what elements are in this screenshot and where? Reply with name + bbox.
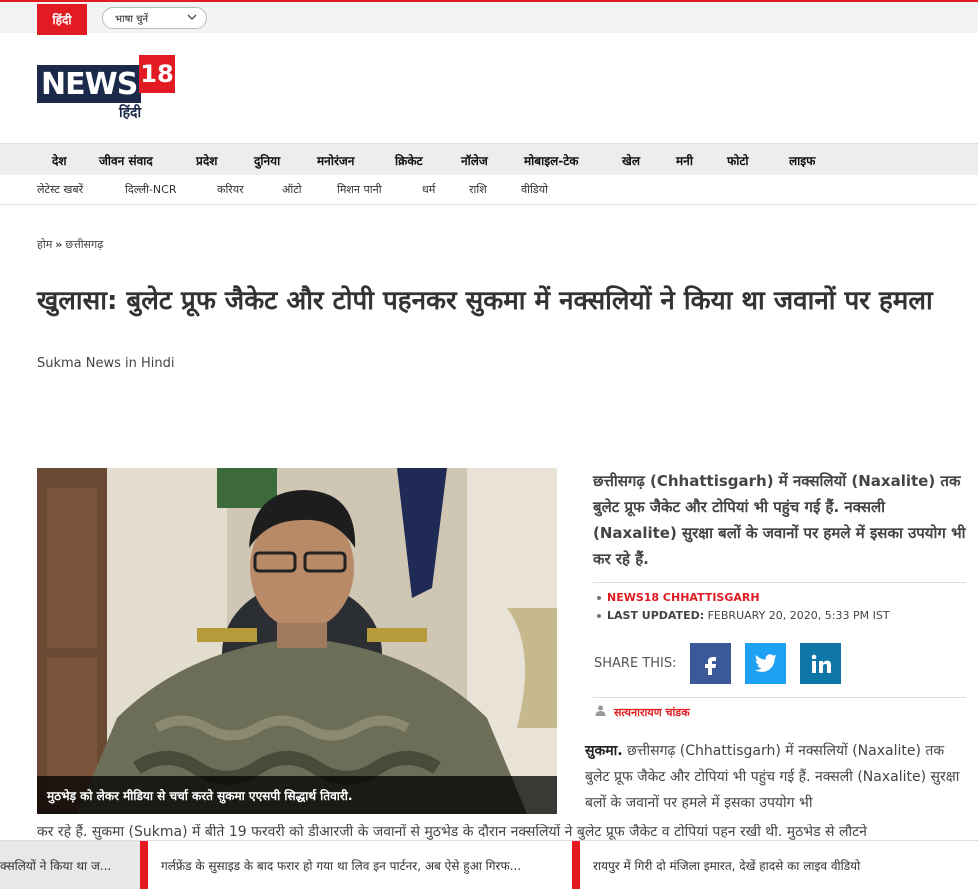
facebook-share-button[interactable] [690, 643, 731, 684]
article-summary: छत्तीसगढ़ (Chhattisgarh) में नक्सलियों (… [593, 472, 966, 568]
nav-item[interactable]: क्रिकेट [395, 152, 423, 169]
subnav-item[interactable]: दिल्ली-NCR [125, 182, 176, 197]
secondary-nav: लेटेस्ट खबरें दिल्ली-NCR करियर ऑटो मिशन … [0, 175, 978, 205]
article-subtitle: Sukma News in Hindi [37, 356, 175, 371]
language-badge[interactable]: हिंदी [37, 4, 87, 35]
language-select[interactable]: भाषा चुनें [102, 7, 207, 29]
subnav-item[interactable]: लेटेस्ट खबरें [37, 182, 83, 197]
subnav-item[interactable]: मिशन पानी [337, 182, 382, 197]
author-name[interactable]: सत्यनारायण चांडक [614, 706, 690, 719]
ticker-item[interactable]: गर्लफ्रेंड के सुसाइड के बाद फरार हो गया … [148, 841, 572, 889]
article-author: सत्यनारायण चांडक [595, 705, 690, 720]
subnav-item[interactable]: राशि [469, 182, 487, 197]
updated-label: LAST UPDATED: [607, 609, 705, 622]
divider [593, 697, 966, 698]
logo-wordmark: NEWS [41, 67, 138, 102]
divider [593, 582, 966, 583]
logo-number: 18 [139, 55, 175, 93]
logo-hindi: हिंदी [119, 105, 142, 121]
article-headline: खुलासा: बुलेट प्रूफ जैकेट और टोपी पहनकर … [37, 286, 933, 316]
top-bar: हिंदी भाषा चुनें [0, 0, 978, 35]
nav-item[interactable]: फोटो [727, 152, 749, 169]
user-icon [595, 705, 606, 719]
nav-item[interactable]: दुनिया [254, 152, 280, 169]
subnav-item[interactable]: करियर [217, 182, 244, 197]
nav-item[interactable]: मोबाइल-टेक [524, 152, 579, 169]
breadcrumb: होम» छत्तीसगढ़ [37, 237, 103, 252]
ticker-item[interactable]: क्सलियों ने किया था ज... [0, 841, 140, 889]
language-select-label: भाषा चुनें [115, 14, 149, 25]
nav-item[interactable]: देश [52, 152, 67, 169]
bullet-icon [597, 614, 601, 618]
site-logo[interactable]: NEWS 18 हिंदी [37, 53, 175, 123]
nav-item[interactable]: मनोरंजन [317, 152, 354, 169]
article-photo: मुठभेड़ को लेकर मीडिया से चर्चा करते सुक… [37, 468, 557, 814]
subnav-item[interactable]: वीडियो [521, 182, 548, 197]
dateline: सुकमा. [585, 743, 623, 759]
news-ticker: क्सलियों ने किया था ज... गर्लफ्रेंड के स… [0, 840, 978, 889]
subnav-item[interactable]: धर्म [422, 182, 435, 197]
ticker-separator [572, 841, 580, 889]
article-body-text: छत्तीसगढ़ (Chhattisgarh) में नक्सलियों (… [585, 743, 960, 811]
linkedin-icon [811, 654, 831, 673]
article-updated: LAST UPDATED: FEBRUARY 20, 2020, 5:33 PM… [597, 609, 890, 622]
article-body: सुकमा. छत्तीसगढ़ (Chhattisgarh) में नक्स… [585, 738, 960, 816]
subnav-item[interactable]: ऑटो [282, 182, 302, 197]
chevron-down-icon [187, 12, 197, 25]
linkedin-share-button[interactable] [800, 643, 841, 684]
nav-item[interactable]: जीवन संवाद [99, 152, 153, 169]
ticker-item[interactable]: रायपुर में गिरी दो मंजिला इमारत, देखें ह… [580, 841, 978, 889]
breadcrumb-section[interactable]: छत्तीसगढ़ [65, 238, 103, 251]
primary-nav: देश जीवन संवाद प्रदेश दुनिया मनोरंजन क्र… [0, 143, 978, 175]
breadcrumb-home[interactable]: होम [37, 238, 52, 251]
breadcrumb-separator: » [55, 238, 63, 251]
nav-item[interactable]: मनी [676, 152, 693, 169]
photo-caption: मुठभेड़ को लेकर मीडिया से चर्चा करते सुक… [37, 776, 557, 814]
nav-item[interactable]: प्रदेश [196, 152, 217, 169]
twitter-icon [754, 653, 777, 672]
source-name[interactable]: NEWS18 CHHATTISGARH [607, 591, 760, 604]
nav-item[interactable]: खेल [622, 152, 640, 169]
twitter-share-button[interactable] [745, 643, 786, 684]
article-source: NEWS18 CHHATTISGARH [597, 591, 760, 604]
nav-item[interactable]: लाइफ [789, 152, 815, 169]
bullet-icon [597, 596, 601, 600]
nav-item[interactable]: नॉलेज [461, 152, 488, 169]
ticker-separator [140, 841, 148, 889]
updated-value: FEBRUARY 20, 2020, 5:33 PM IST [707, 609, 890, 622]
facebook-icon [704, 656, 716, 675]
share-label: SHARE THIS: [594, 656, 677, 671]
